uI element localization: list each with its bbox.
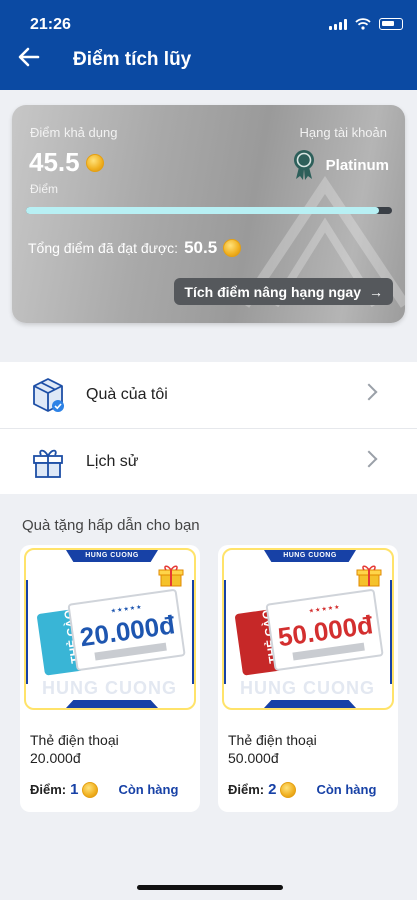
voucher-illustration: THẺ CÀO ★★★★★ 50.000đ <box>234 588 387 679</box>
signal-icon <box>329 18 347 30</box>
brand-watermark: HUNG CUONG <box>240 678 375 698</box>
gift-image: HUNG CUONG HUNG CUONG THẺ CÀO ★★★★★ 50.0… <box>222 548 394 710</box>
menu-item-my-gifts[interactable]: Quà của tôi <box>0 362 417 428</box>
gift-badge-icon <box>356 565 382 587</box>
total-points-label: Tổng điểm đã đạt được: <box>28 240 179 256</box>
menu-item-label: Lịch sử <box>86 452 139 470</box>
status-time: 21:26 <box>30 16 71 33</box>
coin-icon <box>223 239 242 257</box>
rank-progress-fill <box>26 207 380 214</box>
available-points-label: Điểm khả dụng <box>30 125 118 140</box>
coin-icon <box>280 781 297 798</box>
total-points: Tổng điểm đã đạt được: 50.5 <box>28 238 242 258</box>
coin-icon <box>85 153 104 172</box>
home-indicator[interactable] <box>137 885 283 890</box>
brand-banner: HUNG CUONG <box>264 550 356 562</box>
menu-item-history[interactable]: Lịch sử <box>0 428 417 494</box>
gift-footer: Điểm: 2 Còn hàng <box>228 781 376 798</box>
section-title: Quà tặng hấp dẫn cho bạn <box>22 517 200 534</box>
arrow-right-icon: → <box>369 283 383 300</box>
chevron-right-icon <box>360 450 378 468</box>
gift-card[interactable]: HUNG CUONG HUNG CUONG THẺ CÀO ★★★★★ 20.0… <box>20 545 200 812</box>
voucher-illustration: THẺ CÀO ★★★★★ 20.000đ <box>36 588 189 679</box>
gift-points-value: 2 <box>268 781 277 798</box>
gift-name: Thẻ điện thoại 50.000đ <box>228 732 317 766</box>
wifi-icon <box>355 18 371 30</box>
chevron-right-icon <box>360 383 378 401</box>
points-unit-label: Điểm <box>30 182 59 196</box>
battery-icon <box>379 18 403 30</box>
rank-progress-bar <box>26 207 392 214</box>
upgrade-rank-label: Tích điểm nâng hạng ngay <box>184 283 361 300</box>
upgrade-rank-button[interactable]: Tích điểm nâng hạng ngay → <box>174 278 393 305</box>
app-header: 21:26 Điểm tích lũy <box>0 0 417 90</box>
voucher-body: ★★★★★ 50.000đ <box>265 588 384 672</box>
award-ribbon-icon <box>293 150 314 180</box>
status-icons <box>329 18 403 30</box>
menu-item-label: Quà của tôi <box>86 386 168 403</box>
stock-status: Còn hàng <box>316 782 377 797</box>
total-points-value: 50.5 <box>184 238 218 257</box>
gift-image: HUNG CUONG HUNG CUONG THẺ CÀO ★★★★★ 20.0… <box>24 548 196 710</box>
gift-box-icon <box>33 378 64 412</box>
available-points-value: 45.5 <box>29 147 80 177</box>
rank-badge: Platinum <box>292 149 389 181</box>
available-points: 45.5 <box>29 147 104 178</box>
voucher-body: ★★★★★ 20.000đ <box>67 588 186 672</box>
gift-points-label: Điểm: <box>30 782 67 797</box>
rank-name: Platinum <box>325 156 389 174</box>
rank-label: Hạng tài khoản <box>299 125 387 140</box>
back-arrow-icon[interactable] <box>18 46 40 74</box>
points-card: Điểm khả dụng 45.5 Điểm Hạng tài khoản P… <box>12 105 405 323</box>
page-title: Điểm tích lũy <box>73 49 192 70</box>
gift-badge-icon <box>158 565 184 587</box>
gift-card[interactable]: HUNG CUONG HUNG CUONG THẺ CÀO ★★★★★ 50.0… <box>218 545 398 812</box>
gift-footer: Điểm: 1 Còn hàng <box>30 781 178 798</box>
stock-status: Còn hàng <box>118 782 179 797</box>
brand-watermark: HUNG CUONG <box>42 678 177 698</box>
gift-icon <box>33 449 63 478</box>
brand-banner: HUNG CUONG <box>66 550 158 562</box>
menu-list: Quà của tôi Lịch sử <box>0 362 417 494</box>
gift-name: Thẻ điện thoại 20.000đ <box>30 732 119 766</box>
coin-icon <box>82 781 99 798</box>
gift-points-label: Điểm: <box>228 782 265 797</box>
gift-points-value: 1 <box>70 781 79 798</box>
